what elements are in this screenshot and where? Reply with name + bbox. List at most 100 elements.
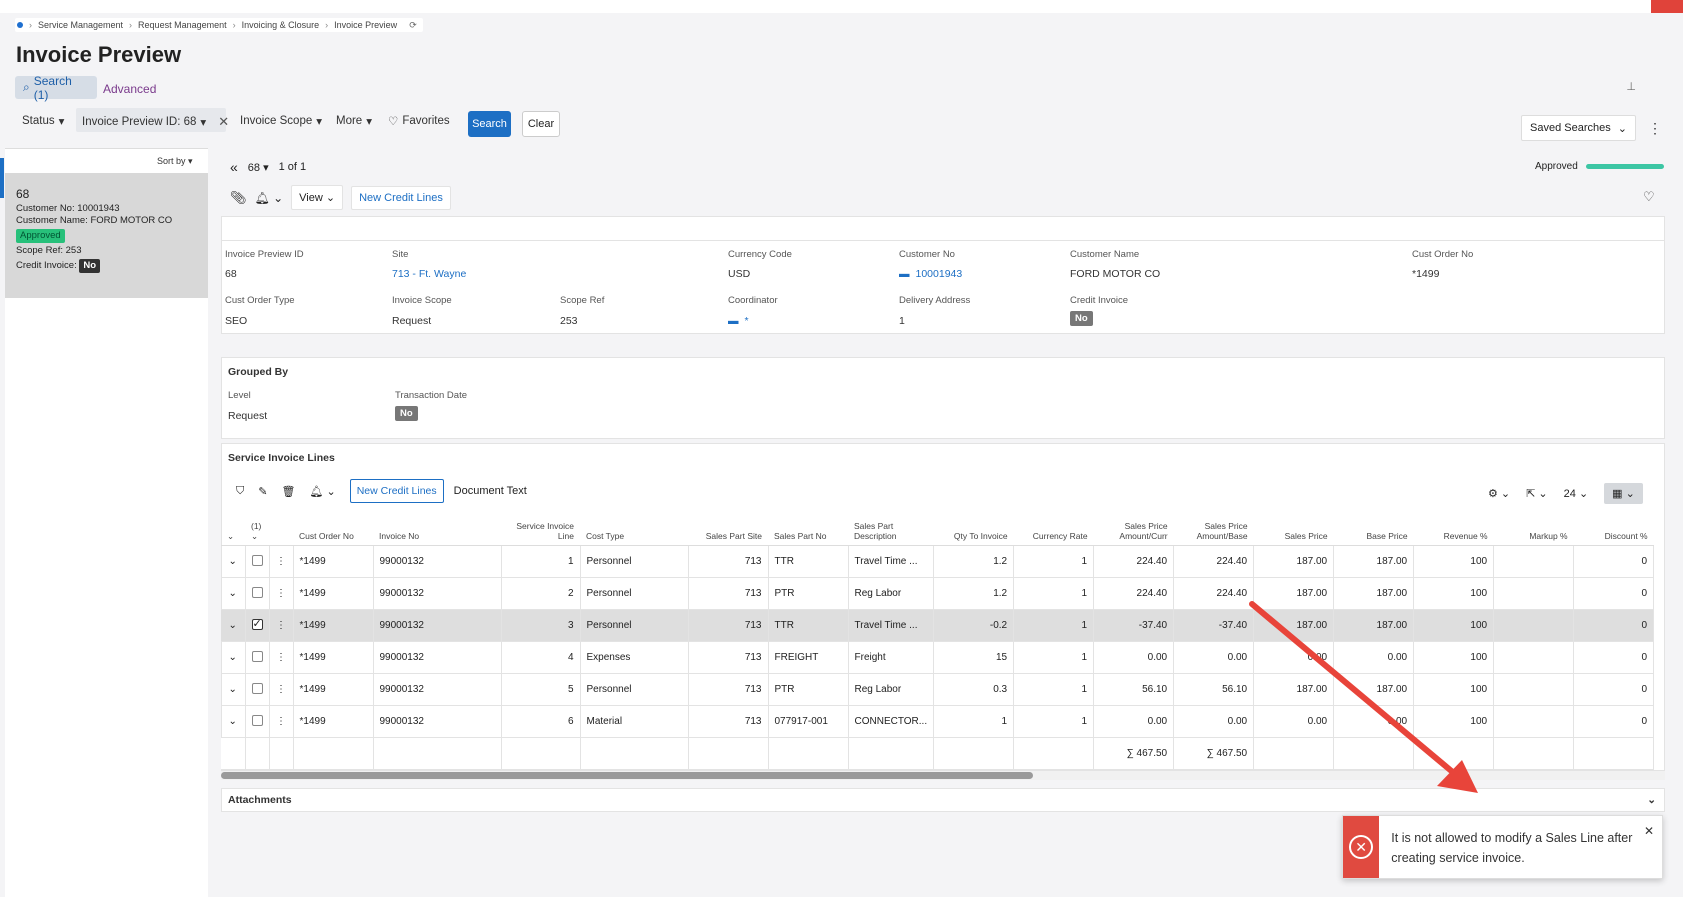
favorites-filter[interactable]: ♡ Favorites [388, 114, 450, 128]
close-icon[interactable]: ✕ [1644, 824, 1654, 838]
row-checkbox-cell[interactable] [245, 705, 270, 738]
column-header[interactable]: Sales Price Amount/Curr [1093, 513, 1174, 546]
search-button[interactable]: Search [468, 111, 511, 137]
expand-row-icon[interactable]: ⌄ [221, 577, 246, 610]
expand-row-icon[interactable]: ⌄ [221, 545, 246, 578]
column-header[interactable]: Sales Part No [768, 513, 848, 546]
expand-row-icon[interactable]: ⌄ [221, 609, 246, 642]
paperclip-icon[interactable]: 📎︎ [230, 190, 247, 206]
row-checkbox-cell[interactable] [245, 641, 270, 674]
table-row[interactable]: ⌄ ⋮ *1499 99000132 4 Expenses 713 FREIGHT Freigh… [221, 641, 1655, 674]
record-selector[interactable]: 68 ▾ [248, 161, 269, 174]
column-header[interactable]: Service Invoice Line [501, 513, 580, 546]
pin-icon[interactable]: ⊥ [1626, 80, 1636, 93]
column-header[interactable]: Qty To Invoice [933, 513, 1014, 546]
column-header[interactable]: Cust Order No [293, 513, 373, 546]
expand-row-icon[interactable]: ⌄ [221, 705, 246, 738]
favorite-icon[interactable]: ♡ [1643, 189, 1655, 205]
home-icon[interactable] [17, 22, 23, 28]
site-link[interactable]: 713 - Ft. Wayne [392, 268, 466, 280]
row-checkbox[interactable] [251, 651, 263, 663]
column-header[interactable]: Base Price [1333, 513, 1414, 546]
expand-row-icon[interactable]: ⌄ [221, 673, 246, 706]
breadcrumb-item[interactable]: Invoicing & Closure [242, 20, 320, 30]
new-credit-lines-button[interactable]: New Credit Lines [351, 185, 451, 210]
row-checkbox-cell[interactable] [245, 673, 270, 706]
new-credit-lines-button[interactable]: New Credit Lines [349, 479, 444, 503]
breadcrumb-item[interactable]: Service Management [38, 20, 123, 30]
horizontal-scrollbar[interactable] [221, 771, 1665, 780]
view-button[interactable]: View ⌄ [291, 185, 344, 210]
status-filter[interactable]: Status ▾ [22, 114, 64, 128]
table-cell: 100 [1413, 641, 1495, 674]
record-card[interactable]: 68 Customer No: 10001943 Customer Name: … [5, 173, 208, 298]
row-checkbox[interactable] [251, 587, 263, 599]
column-header[interactable]: Cost Type [580, 513, 688, 546]
row-menu-icon[interactable]: ⋮ [269, 705, 294, 738]
breadcrumb-item[interactable]: Request Management [138, 20, 227, 30]
column-header[interactable]: Sales Price Amount/Base [1173, 513, 1254, 546]
row-menu-icon[interactable]: ⋮ [269, 673, 294, 706]
table-row[interactable]: ⌄ ⋮*1499990001323Personnel713TTRTravel Ti… [221, 609, 1655, 642]
settings-icon[interactable]: ⚙ ⌄ [1488, 487, 1510, 500]
row-checkbox[interactable] [251, 617, 263, 631]
row-menu-icon[interactable]: ⋮ [269, 545, 294, 578]
more-filter[interactable]: More ▾ [336, 114, 372, 128]
document-text-button[interactable]: Document Text [454, 485, 527, 497]
row-checkbox-cell[interactable] [245, 545, 270, 578]
column-header[interactable]: Revenue % [1413, 513, 1494, 546]
view-label: View [299, 192, 323, 204]
saved-searches-select[interactable]: Saved Searches ⌄ [1521, 115, 1636, 141]
column-header[interactable]: Sales Part Site [688, 513, 768, 546]
table-cell: TTR [768, 609, 849, 642]
filter-icon[interactable]: ⛉ [236, 485, 244, 498]
row-checkbox[interactable] [251, 715, 263, 727]
row-menu-icon[interactable]: ⋮ [269, 609, 294, 642]
table-cell: 3 [501, 609, 581, 642]
table-row[interactable]: ⌄ ⋮ *1499 99000132 5 Personnel 713 PTR Reg Labor… [221, 673, 1655, 706]
table-row[interactable]: ⌄ ⋮ *1499 99000132 2 Personnel 713 PTR Reg Labor… [221, 577, 1655, 610]
first-record-icon[interactable]: « [230, 159, 238, 175]
export-icon[interactable]: ⇱ ⌄ [1526, 487, 1548, 500]
tab-advanced[interactable]: Advanced [103, 82, 156, 96]
row-checkbox[interactable] [251, 555, 263, 567]
table-cell: 713 [688, 641, 769, 674]
close-icon[interactable]: ✕ [218, 114, 229, 130]
coordinator-link[interactable]: ▬ * [728, 315, 749, 327]
bell-icon[interactable]: 🔔︎ ⌄ [255, 191, 284, 205]
row-menu-icon[interactable]: ⋮ [269, 577, 294, 610]
table-row[interactable]: ⌄ ⋮ *1499 99000132 1 Personnel 713 TTR Travel Ti… [221, 545, 1655, 578]
column-header[interactable]: Discount % [1573, 513, 1654, 546]
clear-button[interactable]: Clear [522, 111, 560, 137]
more-options-icon[interactable]: ⋮ [1648, 120, 1662, 137]
record-toolbar: 📎︎ 🔔︎ ⌄ View ⌄ New Credit Lines [230, 185, 451, 210]
column-header[interactable]: Sales Price [1253, 513, 1334, 546]
grouped-by-panel: Grouped By Level Request Transaction Dat… [221, 357, 1665, 439]
bell-icon[interactable]: 🔔︎ ⌄ [309, 485, 335, 498]
refresh-icon[interactable]: ⟳ [409, 20, 417, 31]
attachments-section[interactable]: Attachments ⌄ [221, 788, 1665, 812]
tab-search[interactable]: ⌕ Search (1) [15, 74, 97, 102]
expand-all-column[interactable]: ⌄ [221, 513, 245, 546]
invoice-scope-filter[interactable]: Invoice Scope ▾ [240, 114, 322, 128]
customer-no-link[interactable]: ▬ 10001943 [899, 268, 962, 280]
row-checkbox-cell[interactable] [245, 577, 270, 610]
row-menu-icon[interactable]: ⋮ [269, 641, 294, 674]
delete-icon[interactable]: 🗑︎ [281, 485, 295, 498]
row-checkbox[interactable] [251, 683, 263, 695]
sort-by-button[interactable]: Sort by ▾ [157, 156, 193, 167]
row-checkbox-cell[interactable] [245, 609, 270, 642]
edit-icon[interactable]: ✎ [258, 485, 267, 498]
page-size-select[interactable]: 24 ⌄ [1564, 487, 1589, 500]
column-header[interactable]: Currency Rate [1013, 513, 1094, 546]
scrollbar-thumb[interactable] [221, 772, 1033, 779]
table-cell: 0.00 [1333, 705, 1415, 738]
invoice-preview-id-filter[interactable]: Invoice Preview ID: 68 ▾ ✕ [82, 114, 229, 130]
select-all-column[interactable]: (1) ⌄ [245, 513, 269, 546]
column-header[interactable]: Sales Part Description [848, 513, 934, 546]
expand-row-icon[interactable]: ⌄ [221, 641, 246, 674]
table-row[interactable]: ⌄ ⋮ *1499 99000132 6 Material 713 077917-001 CON… [221, 705, 1655, 738]
column-header[interactable]: Markup % [1493, 513, 1574, 546]
column-header[interactable]: Invoice No [373, 513, 501, 546]
column-chooser-icon[interactable]: ▦ ⌄ [1604, 483, 1643, 504]
